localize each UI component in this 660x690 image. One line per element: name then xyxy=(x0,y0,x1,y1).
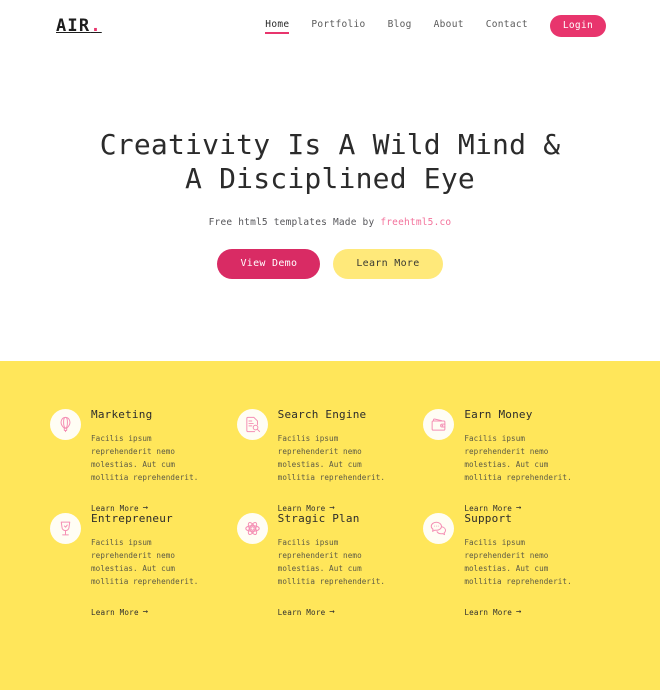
feature-card-marketing[interactable]: Marketing Facilis ipsum reprehenderit ne… xyxy=(50,407,237,513)
wallet-icon xyxy=(423,409,455,440)
feature-learn-more-link[interactable]: Learn More → xyxy=(464,607,522,618)
chat-bubbles-icon xyxy=(423,513,455,544)
feature-card-earn-money[interactable]: Earn Money Facilis ipsum reprehenderit n… xyxy=(423,407,610,513)
feature-learn-more-link[interactable]: Learn More → xyxy=(91,607,149,618)
credit-link[interactable]: freehtml5.co xyxy=(380,217,451,228)
feature-body: Entrepreneur Facilis ipsum reprehenderit… xyxy=(91,511,217,619)
hero-actions: View Demo Learn More xyxy=(217,249,443,280)
feature-text: Facilis ipsum reprehenderit nemo molesti… xyxy=(464,434,572,483)
feature-text: Facilis ipsum reprehenderit nemo molesti… xyxy=(91,538,199,587)
feature-title: Stragic Plan xyxy=(277,512,360,525)
feature-learn-more-label: Learn More xyxy=(91,608,139,618)
feature-text: Facilis ipsum reprehenderit nemo molesti… xyxy=(464,538,572,587)
hero-subtitle-text: Free html5 templates Made by xyxy=(208,217,381,229)
document-search-icon xyxy=(236,409,268,440)
hero-title-line-1: Creativity Is A Wild Mind & xyxy=(99,128,561,161)
feature-text: Facilis ipsum reprehenderit nemo molesti… xyxy=(91,434,199,483)
feature-body: Stragic Plan Facilis ipsum reprehenderit… xyxy=(278,511,404,619)
feature-title: Entrepreneur xyxy=(91,512,173,525)
view-demo-button[interactable]: View Demo xyxy=(217,249,321,280)
feature-body: Marketing Facilis ipsum reprehenderit ne… xyxy=(91,407,217,515)
feature-learn-more-label: Learn More xyxy=(277,608,326,618)
learn-more-button[interactable]: Learn More xyxy=(333,249,443,280)
hero-title-line-2: A Disciplined Eye xyxy=(185,162,475,196)
nav-item-portfolio[interactable]: Portfolio xyxy=(311,19,365,33)
nav-item-home[interactable]: Home xyxy=(265,19,290,34)
hero-section: Creativity Is A Wild Mind & A Discipline… xyxy=(0,52,660,361)
brand-logo[interactable]: AIR. xyxy=(56,15,102,36)
feature-card-support[interactable]: Support Facilis ipsum reprehenderit nemo… xyxy=(423,511,610,617)
arrow-right-icon: → xyxy=(142,607,149,618)
feature-card-stragic-plan[interactable]: Stragic Plan Facilis ipsum reprehenderit… xyxy=(236,511,424,617)
feature-title: Marketing xyxy=(91,408,153,421)
feature-title: Earn Money xyxy=(464,408,533,421)
nav-item-about[interactable]: About xyxy=(434,19,464,33)
atom-icon xyxy=(236,513,268,544)
feature-learn-more-link[interactable]: Learn More → xyxy=(277,607,335,618)
hero-subtitle: Free html5 templates Made by freehtml5.c… xyxy=(209,217,452,228)
brand-logo-text: AIR xyxy=(56,15,91,36)
feature-learn-more-label: Learn More xyxy=(464,608,513,618)
feature-body: Earn Money Facilis ipsum reprehenderit n… xyxy=(464,407,590,515)
feature-text: Facilis ipsum reprehenderit nemo molesti… xyxy=(277,434,386,483)
hero-title: Creativity Is A Wild Mind & A Discipline… xyxy=(100,128,561,196)
feature-body: Search Engine Facilis ipsum reprehenderi… xyxy=(278,407,404,515)
arrow-right-icon: → xyxy=(329,607,335,618)
wine-glass-icon xyxy=(50,513,81,544)
feature-text: Facilis ipsum reprehenderit nemo molesti… xyxy=(277,538,386,587)
feature-card-search-engine[interactable]: Search Engine Facilis ipsum reprehenderi… xyxy=(236,407,424,513)
features-grid: Marketing Facilis ipsum reprehenderit ne… xyxy=(50,407,610,617)
main-navigation: Home Portfolio Blog About Contact Login xyxy=(265,14,606,38)
features-section: Marketing Facilis ipsum reprehenderit ne… xyxy=(0,361,660,690)
brand-logo-dot: . xyxy=(90,15,102,36)
arrow-right-icon: → xyxy=(516,607,522,618)
feature-title: Search Engine xyxy=(277,408,367,421)
feature-card-entrepreneur[interactable]: Entrepreneur Facilis ipsum reprehenderit… xyxy=(50,511,237,617)
nav-item-blog[interactable]: Blog xyxy=(388,19,412,33)
feature-title: Support xyxy=(464,512,513,525)
feature-body: Support Facilis ipsum reprehenderit nemo… xyxy=(464,511,590,619)
site-header: AIR. Home Portfolio Blog About Contact L… xyxy=(0,0,660,52)
hot-air-balloon-icon xyxy=(50,409,81,440)
login-button[interactable]: Login xyxy=(549,14,606,38)
nav-item-contact[interactable]: Contact xyxy=(486,19,528,33)
